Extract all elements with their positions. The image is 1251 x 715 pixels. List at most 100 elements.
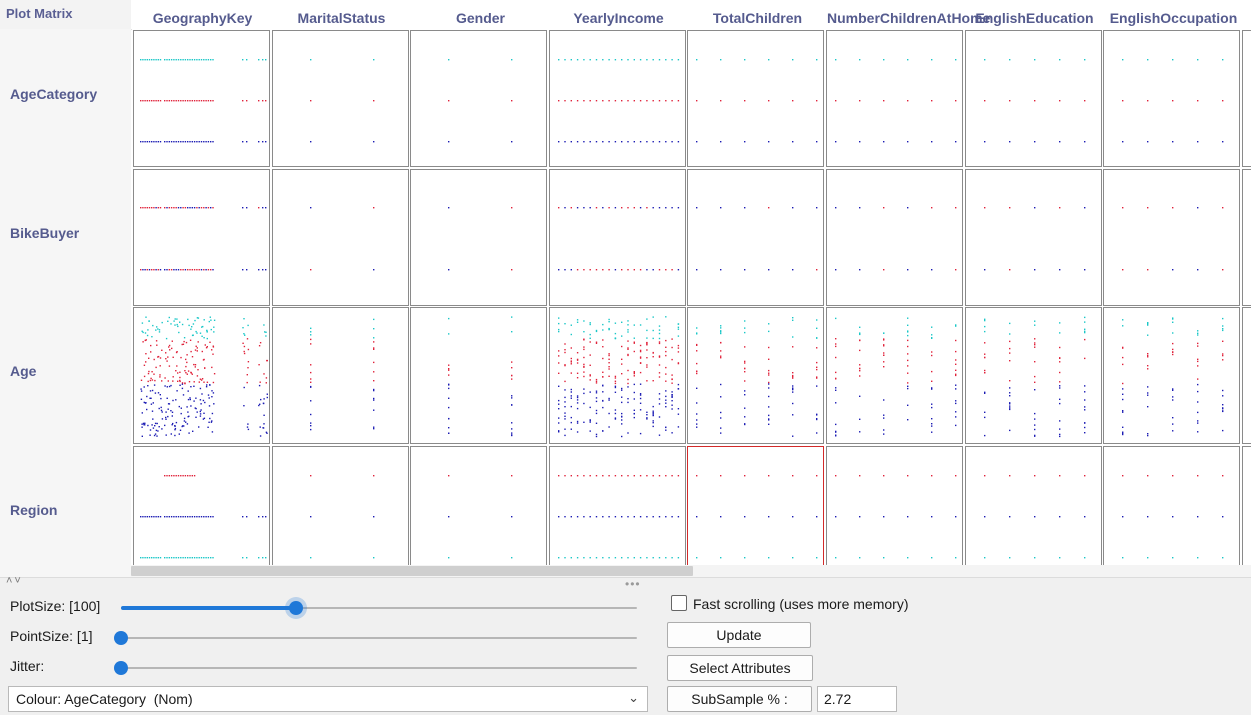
scatter-point bbox=[564, 556, 566, 558]
scatter-point bbox=[1122, 433, 1124, 436]
scatter-point bbox=[792, 346, 794, 348]
plot-cell-region-gender[interactable] bbox=[410, 445, 548, 565]
plot-cell-bikebuyer-yearlyincome[interactable] bbox=[548, 168, 686, 306]
plot-cell-agecategory-totalchildren[interactable] bbox=[687, 30, 825, 167]
scatter-point bbox=[859, 375, 861, 377]
plot-cell-age-gender[interactable] bbox=[410, 307, 548, 444]
scatter-point bbox=[185, 341, 188, 344]
scatter-point bbox=[595, 422, 597, 424]
slider-thumb[interactable] bbox=[289, 601, 304, 615]
plot-cell-partial[interactable] bbox=[1241, 307, 1251, 444]
plot-cell-age-englisheducation[interactable] bbox=[964, 307, 1102, 444]
chevron-down-icon[interactable]: ⌄ bbox=[628, 690, 639, 706]
scatter-point bbox=[620, 335, 623, 337]
plot-cell-bikebuyer-englisheducation[interactable] bbox=[964, 168, 1102, 306]
plot-cell-age-maritalstatus[interactable] bbox=[271, 307, 409, 444]
plot-cell-bikebuyer-geographykey[interactable] bbox=[133, 168, 270, 306]
plot-cell-agecategory-gender[interactable] bbox=[410, 30, 548, 167]
plot-cell-partial[interactable] bbox=[1241, 445, 1251, 565]
scatter-point bbox=[955, 359, 957, 361]
scatter-point bbox=[203, 358, 205, 361]
scatter-point bbox=[582, 356, 585, 359]
scatter-point bbox=[372, 59, 374, 61]
plot-cell-bikebuyer-gender[interactable] bbox=[410, 168, 548, 306]
scatter-point bbox=[570, 347, 572, 349]
scatter-point bbox=[582, 268, 585, 270]
subsample-button[interactable]: SubSample % : bbox=[667, 686, 812, 712]
plot-cell-bikebuyer-totalchildren[interactable] bbox=[687, 168, 825, 306]
scatter-point bbox=[173, 59, 175, 61]
plot-cell-region-yearlyincome[interactable] bbox=[548, 445, 686, 565]
plot-cell-age-yearlyincome[interactable] bbox=[548, 307, 686, 444]
scatter-point bbox=[144, 332, 147, 334]
plot-cell-age-geographykey[interactable] bbox=[133, 307, 270, 444]
scatter-point bbox=[190, 405, 192, 407]
subsample-input[interactable]: 2.72 bbox=[817, 686, 897, 712]
scatter-point bbox=[1222, 100, 1224, 102]
scatter-point bbox=[1222, 317, 1224, 320]
plot-cell-region-totalchildren[interactable] bbox=[687, 445, 825, 565]
scatter-point bbox=[193, 141, 196, 143]
scatter-point bbox=[258, 345, 261, 347]
plot-cell-agecategory-maritalstatus[interactable] bbox=[271, 30, 409, 167]
scatter-point bbox=[883, 366, 885, 368]
plot-matrix-panel: Plot Matrix GeographyKey MaritalStatus G… bbox=[0, 0, 1251, 577]
plot-cell-age-englishoccupation[interactable] bbox=[1103, 307, 1241, 444]
scatter-point bbox=[595, 433, 597, 436]
scatter-point bbox=[191, 515, 193, 517]
plot-cell-agecategory-geographykey[interactable] bbox=[133, 30, 270, 167]
horizontal-scrollbar[interactable] bbox=[131, 565, 1251, 577]
scatter-point bbox=[1197, 360, 1199, 363]
jitter-slider[interactable] bbox=[114, 660, 637, 676]
plot-cell-bikebuyer-numberchildrenathome[interactable] bbox=[826, 168, 963, 306]
plot-cell-agecategory-englishoccupation[interactable] bbox=[1103, 30, 1241, 167]
scrollbar-thumb[interactable] bbox=[131, 566, 693, 576]
scatter-point bbox=[792, 372, 794, 374]
plot-cell-age-totalchildren[interactable] bbox=[687, 307, 825, 444]
plot-cell-agecategory-numberchildrenathome[interactable] bbox=[826, 30, 963, 167]
plot-cell-partial[interactable] bbox=[1241, 168, 1251, 306]
scatter-point bbox=[196, 141, 198, 143]
plotsize-slider[interactable] bbox=[121, 600, 637, 616]
plot-cell-bikebuyer-maritalstatus[interactable] bbox=[271, 168, 409, 306]
fast-scrolling-checkbox[interactable] bbox=[671, 595, 687, 611]
drag-handle-icon[interactable]: ••• bbox=[625, 577, 641, 591]
scatter-point bbox=[576, 352, 579, 354]
pointsize-slider[interactable] bbox=[114, 630, 637, 646]
plot-cell-region-maritalstatus[interactable] bbox=[271, 445, 409, 565]
scatter-grid[interactable] bbox=[133, 30, 1251, 565]
plot-cell-bikebuyer-englishoccupation[interactable] bbox=[1103, 168, 1241, 306]
scatter-point bbox=[696, 268, 698, 270]
select-attributes-button[interactable]: Select Attributes bbox=[667, 655, 813, 681]
scatter-point bbox=[570, 474, 572, 476]
plot-cell-agecategory-yearlyincome[interactable] bbox=[548, 30, 686, 167]
split-divider[interactable]: ˄˅ ••• bbox=[0, 575, 1251, 591]
scatter-point bbox=[1058, 322, 1060, 324]
plot-cell-partial[interactable] bbox=[1241, 30, 1251, 167]
plot-cell-region-numberchildrenathome[interactable] bbox=[826, 445, 963, 565]
collapse-arrows-icon[interactable]: ˄˅ bbox=[6, 575, 23, 587]
scatter-point bbox=[166, 360, 168, 362]
scatter-point bbox=[180, 474, 182, 476]
scatter-point bbox=[212, 381, 215, 384]
scatter-point bbox=[744, 327, 746, 329]
colour-select[interactable]: Colour: AgeCategory (Nom) ⌄ bbox=[8, 686, 648, 712]
scatter-point bbox=[210, 268, 212, 270]
slider-thumb[interactable] bbox=[114, 661, 128, 675]
scatter-point bbox=[192, 430, 194, 432]
plot-cell-region-englishoccupation[interactable] bbox=[1103, 445, 1241, 565]
scatter-point bbox=[744, 423, 746, 425]
fast-scrolling-label[interactable]: Fast scrolling (uses more memory) bbox=[693, 596, 909, 612]
scatter-point bbox=[564, 418, 566, 420]
plot-cell-age-numberchildrenathome[interactable] bbox=[826, 307, 963, 444]
plot-cell-region-englisheducation[interactable] bbox=[964, 445, 1102, 565]
scatter-point bbox=[175, 351, 178, 354]
scatter-point bbox=[168, 59, 170, 61]
scatter-point bbox=[696, 350, 698, 352]
plot-cell-region-geographykey[interactable] bbox=[133, 445, 270, 565]
plot-cell-agecategory-englisheducation[interactable] bbox=[964, 30, 1102, 167]
update-button[interactable]: Update bbox=[667, 622, 811, 648]
scatter-point bbox=[266, 393, 268, 395]
slider-thumb[interactable] bbox=[114, 631, 128, 645]
scatter-plot bbox=[309, 474, 374, 558]
